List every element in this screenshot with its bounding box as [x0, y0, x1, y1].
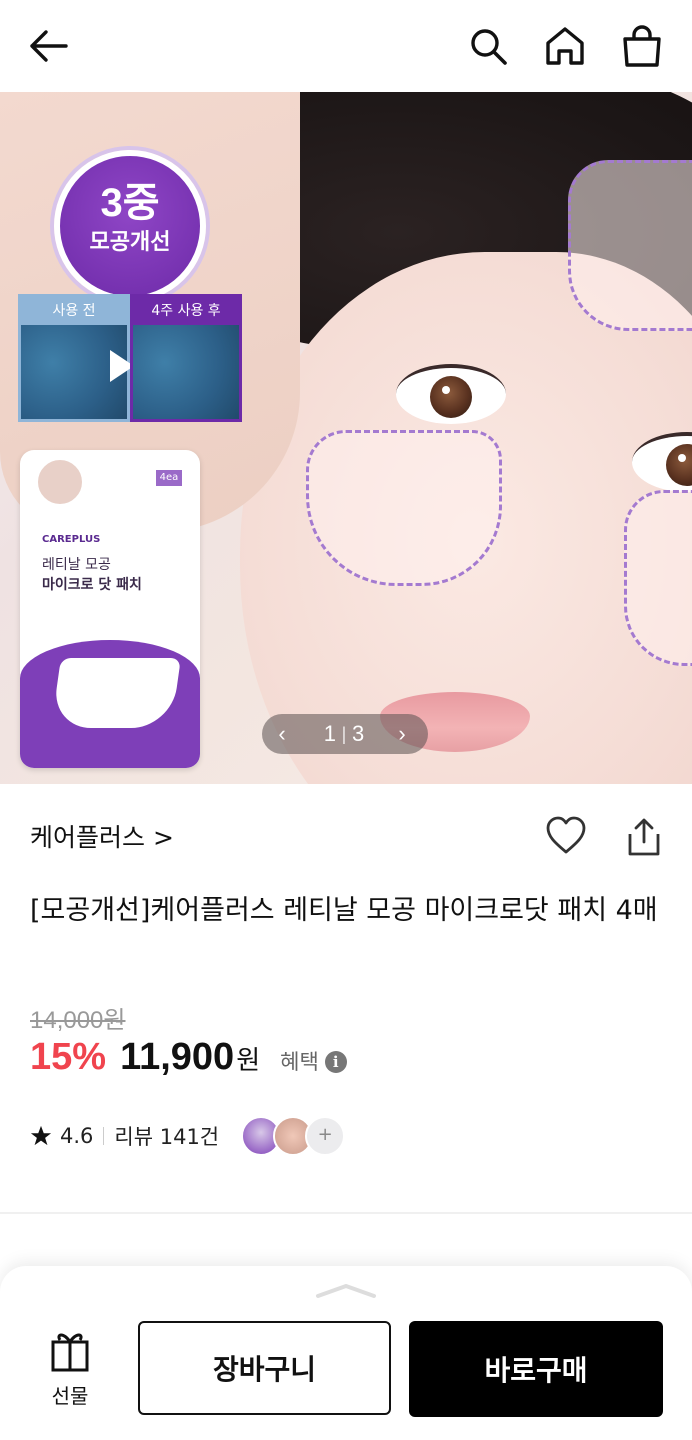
pager-separator: | — [341, 723, 347, 744]
triple-pore-badge: 3중 모공개선 — [54, 150, 206, 302]
rating-divider — [103, 1127, 105, 1145]
heart-icon — [546, 816, 586, 854]
before-label: 사용 전 — [21, 297, 127, 325]
after-image: 4주 사용 후 — [130, 294, 242, 422]
gift-button[interactable]: 선물 — [34, 1328, 106, 1408]
rating-value: 4.6 — [60, 1124, 94, 1148]
shopping-bag-icon — [623, 25, 661, 67]
arrow-left-icon — [30, 30, 68, 62]
info-icon: i — [324, 1051, 347, 1073]
chevron-right-icon[interactable]: › — [382, 721, 422, 747]
share-icon — [628, 818, 660, 856]
product-image-carousel[interactable]: 3중 모공개선 사용 전 4주 사용 후 4ea CAREPLUS 레티날 모공… — [0, 92, 692, 784]
badge-subtitle: 모공개선 — [89, 230, 171, 255]
add-to-cart-button[interactable]: 장바구니 — [138, 1321, 391, 1415]
carousel-pager: ‹ 1 | 3 › — [262, 714, 428, 754]
after-label: 4주 사용 후 — [133, 297, 239, 325]
wishlist-button[interactable] — [544, 814, 588, 858]
section-divider — [0, 1212, 692, 1214]
more-reviews-button[interactable]: + — [305, 1116, 346, 1156]
star-icon — [30, 1125, 52, 1146]
review-thumbnails[interactable]: + — [241, 1116, 346, 1156]
product-title: [모공개선]케어플러스 레티날 모공 마이크로닷 패치 4매 — [30, 895, 658, 926]
rating-row[interactable]: 4.6 리뷰 141건 + — [30, 1116, 346, 1156]
package-name-line1: 레티날 모공 — [42, 557, 111, 573]
pager-current: 1 — [323, 721, 336, 746]
package-model-avatar — [36, 458, 84, 506]
gift-label: 선물 — [51, 1384, 89, 1408]
package-brand: CAREPLUS — [42, 534, 101, 545]
patch-area-cheek-right — [624, 490, 692, 666]
purchase-bottom-sheet: 선물 장바구니 바로구매 — [0, 1266, 692, 1440]
search-icon — [471, 29, 507, 65]
share-button[interactable] — [622, 814, 666, 858]
price-row: 15% 11,900 원 혜택 i — [30, 1036, 347, 1086]
pager-total: 3 — [352, 721, 365, 746]
chevron-left-icon[interactable]: ‹ — [262, 721, 302, 747]
sheet-handle[interactable] — [314, 1282, 378, 1300]
brand-link[interactable]: 케어플러스 > — [30, 818, 174, 854]
currency-unit: 원 — [236, 1046, 261, 1076]
chevron-up-icon — [316, 1284, 376, 1298]
patch-area-forehead — [568, 160, 692, 331]
home-button[interactable] — [541, 22, 589, 70]
package-name-line2: 마이크로 닷 패치 — [42, 577, 142, 593]
benefit-label: 혜택 — [280, 1050, 319, 1074]
package-count-tag: 4ea — [156, 470, 182, 486]
benefit-button[interactable]: 혜택 i — [280, 1046, 347, 1076]
review-count[interactable]: 리뷰 141건 — [114, 1121, 219, 1151]
cart-bag-button[interactable] — [618, 22, 666, 70]
badge-title: 3중 — [100, 181, 160, 225]
back-button[interactable] — [24, 22, 72, 70]
patch-area-cheek-left — [306, 430, 502, 586]
sale-price: 11,900 — [120, 1036, 235, 1078]
gift-icon — [51, 1333, 89, 1372]
after-skin-sample — [133, 325, 239, 419]
discount-rate: 15% — [30, 1036, 107, 1078]
home-icon — [546, 27, 584, 65]
buy-now-button[interactable]: 바로구매 — [409, 1321, 663, 1417]
model-eye-left — [396, 364, 506, 424]
original-price: 14,000원 — [30, 1007, 126, 1034]
product-package: 4ea CAREPLUS 레티날 모공 마이크로 닷 패치 — [20, 450, 200, 768]
top-navigation-bar — [0, 0, 692, 92]
search-button[interactable] — [464, 22, 512, 70]
